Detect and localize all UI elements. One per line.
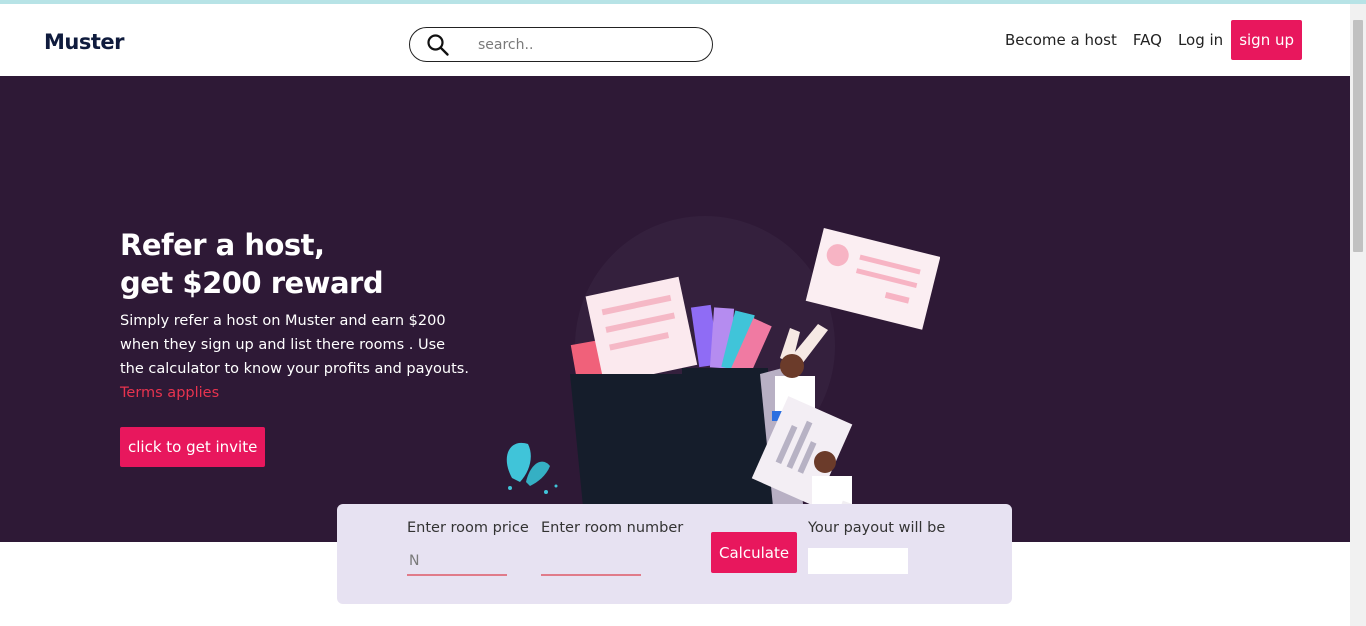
- calculate-button[interactable]: Calculate: [711, 532, 798, 573]
- room-number-label: Enter room number: [541, 520, 684, 536]
- payout-output: [808, 548, 908, 574]
- hero-title-line-1: Refer a host,: [120, 228, 325, 262]
- get-invite-button[interactable]: click to get invite: [120, 427, 266, 467]
- room-number-input[interactable]: [541, 548, 641, 576]
- nav-login[interactable]: Log in: [1178, 31, 1223, 49]
- hero-title: Refer a host, get $200 reward: [120, 226, 384, 302]
- search-bar[interactable]: [409, 27, 713, 62]
- logo[interactable]: Muster: [44, 30, 125, 54]
- hero-description: Simply refer a host on Muster and earn $…: [120, 313, 469, 377]
- signup-button[interactable]: sign up: [1231, 20, 1302, 60]
- nav-links: Become a host FAQ Log in sign up: [989, 20, 1302, 60]
- room-price-label: Enter room price: [407, 520, 529, 536]
- search-icon[interactable]: [426, 33, 450, 57]
- room-price-input[interactable]: [407, 548, 507, 576]
- nav-faq[interactable]: FAQ: [1133, 31, 1162, 49]
- payout-calculator: Enter room price Enter room number Calcu…: [337, 504, 1012, 604]
- hero-title-line-2: get $200 reward: [120, 266, 384, 300]
- payout-label: Your payout will be: [808, 520, 946, 536]
- scrollbar-thumb[interactable]: [1353, 20, 1363, 252]
- navbar: Muster Become a host FAQ Log in sign up: [0, 4, 1350, 76]
- page-scrollbar[interactable]: [1350, 4, 1366, 626]
- terms-link[interactable]: Terms applies: [120, 381, 219, 405]
- hero-section: Refer a host, get $200 reward Simply ref…: [0, 76, 1350, 542]
- search-input[interactable]: [478, 34, 698, 56]
- nav-become-host[interactable]: Become a host: [1005, 31, 1117, 49]
- hero-illustration: [506, 216, 940, 516]
